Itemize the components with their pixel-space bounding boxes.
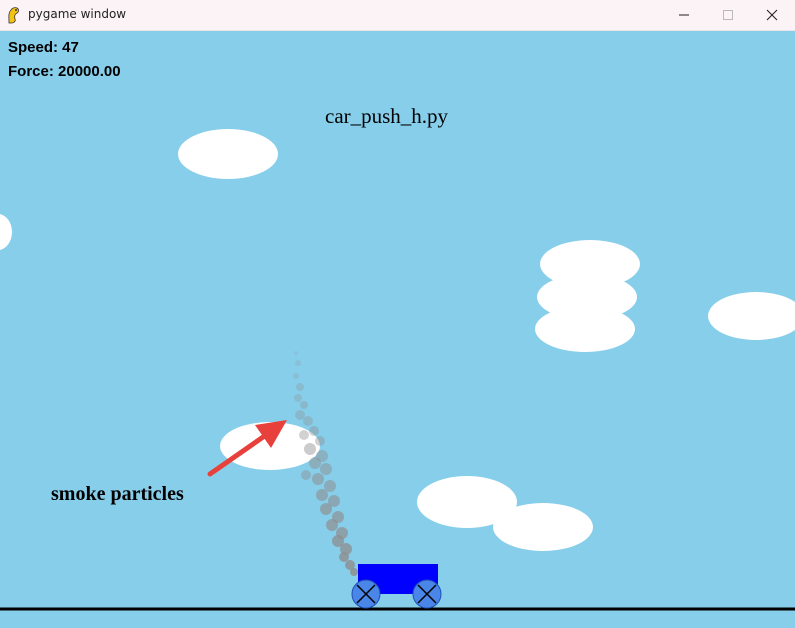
script-name-label: car_push_h.py bbox=[325, 104, 449, 128]
window-titlebar: pygame window bbox=[0, 0, 795, 31]
cloud bbox=[535, 306, 635, 352]
front-wheel bbox=[412, 579, 442, 609]
close-button[interactable] bbox=[749, 0, 795, 30]
maximize-icon bbox=[723, 10, 733, 20]
smoke-particles-label: smoke particles bbox=[51, 483, 184, 505]
rear-wheel bbox=[351, 579, 381, 609]
cloud bbox=[708, 292, 795, 340]
car bbox=[351, 564, 442, 609]
cloud bbox=[0, 214, 12, 250]
speed-readout: Speed: 47 bbox=[8, 39, 79, 56]
maximize-button[interactable] bbox=[705, 0, 751, 30]
pygame-snake-icon bbox=[6, 6, 22, 24]
minimize-button[interactable] bbox=[661, 0, 707, 30]
cloud bbox=[178, 129, 278, 179]
minimize-icon bbox=[679, 14, 689, 16]
cloud bbox=[493, 503, 593, 551]
close-icon bbox=[766, 9, 778, 21]
window-title: pygame window bbox=[28, 7, 127, 21]
force-readout: Force: 20000.00 bbox=[8, 63, 121, 80]
game-canvas[interactable]: Speed: 47 Force: 20000.00 car_push_h.py … bbox=[0, 31, 795, 628]
